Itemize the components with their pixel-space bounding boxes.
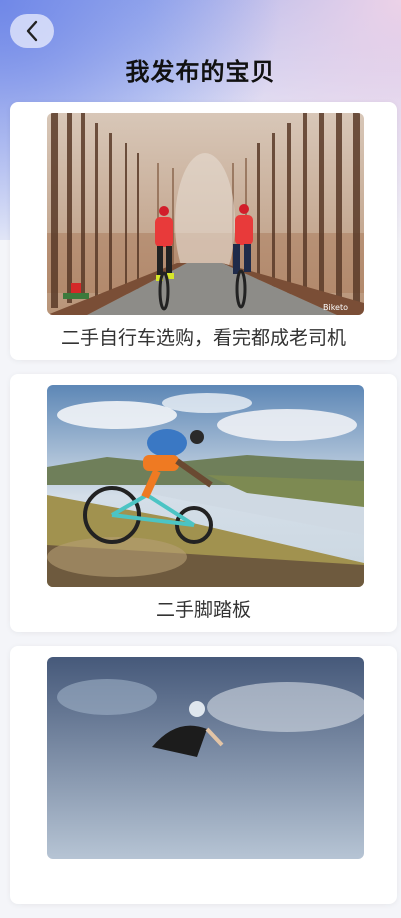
page-title: 我发布的宝贝: [125, 58, 276, 86]
item-title: 二手自行车选购，看完都成老司机: [60, 327, 346, 349]
list-item[interactable]: [10, 646, 397, 904]
list-item[interactable]: 二手脚踏板: [10, 374, 397, 632]
item-title: 二手脚踏板: [155, 599, 251, 621]
back-button[interactable]: [10, 14, 54, 48]
chevron-left-icon: [26, 20, 38, 42]
item-image-road-cyclists: Biketo: [47, 113, 364, 315]
item-image-cyclist-sky: [47, 657, 364, 859]
published-items-list: Biketo 二手自行车选购，看完都成老司机 二手脚踏板: [10, 102, 397, 918]
watermark-text: Biketo: [323, 303, 348, 312]
item-image-mountain-biker: [47, 385, 364, 587]
list-item[interactable]: Biketo 二手自行车选购，看完都成老司机: [10, 102, 397, 360]
